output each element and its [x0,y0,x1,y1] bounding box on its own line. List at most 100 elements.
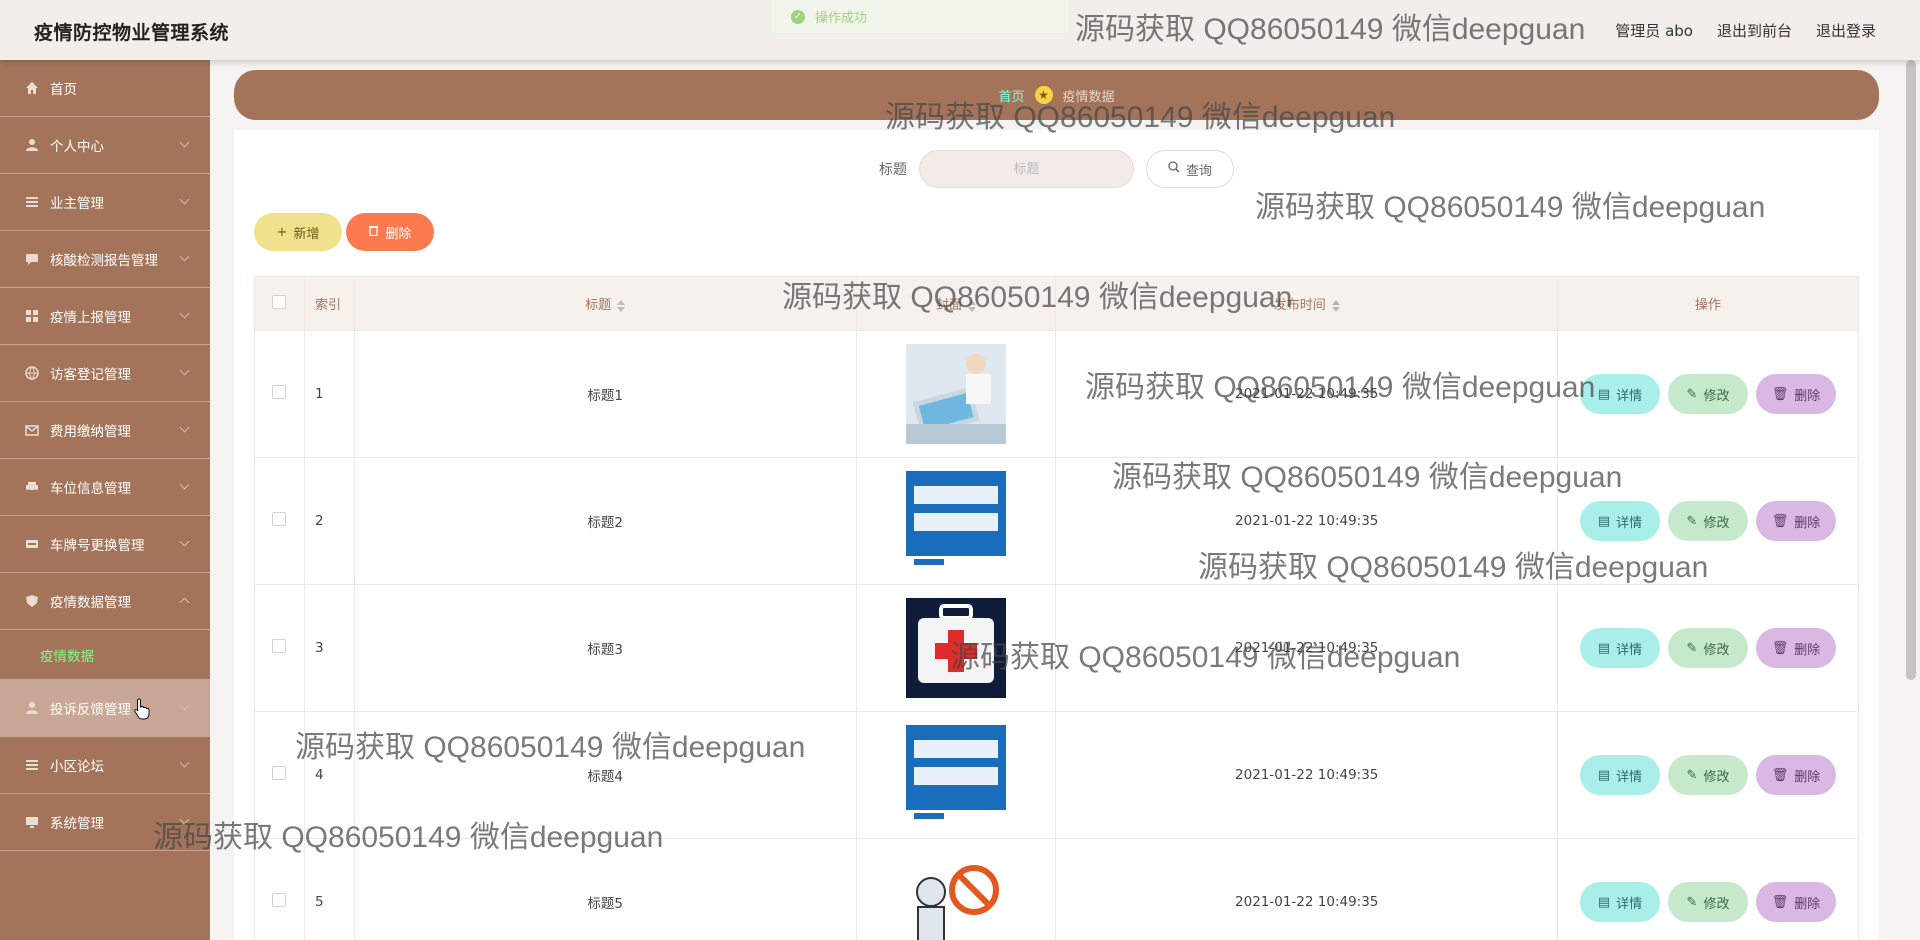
delete-button[interactable]: 🗑 删除 [1756,882,1836,922]
detail-button[interactable]: ▤ 详情 [1580,755,1660,795]
sidebar-item-system[interactable]: 系统管理 [0,794,210,851]
col-time[interactable]: 发布时间 [1055,276,1559,331]
edit-button[interactable]: ✎ 修改 [1668,882,1748,922]
search-input[interactable] [919,150,1134,188]
query-button[interactable]: 查询 [1146,150,1234,188]
sidebar-item-label: 个人中心 [50,139,104,155]
list-icon [24,194,40,210]
batch-delete-button[interactable]: 删除 [346,213,434,251]
row-index: 4 [303,711,355,839]
sidebar: 首页 个人中心 业主管理 核酸检测报告管理 疫情上报管理 访客登记管理 费用缴纳… [0,60,210,940]
row-checkbox[interactable] [254,711,305,839]
detail-button[interactable]: ▤ 详情 [1580,628,1660,668]
sidebar-item-owners[interactable]: 业主管理 [0,174,210,231]
cover-image-no-gathering [905,852,1006,940]
row-title: 标题1 [353,330,857,458]
sidebar-item-label: 系统管理 [50,816,104,832]
mail-icon [24,422,40,438]
row-ops: ▤ 详情 ✎ 修改 🗑 删除 [1557,711,1859,839]
delete-label: 删除 [1794,515,1821,531]
sort-icon[interactable] [617,299,626,312]
row-time: 2021-01-22 10:49:35 [1055,457,1559,585]
delete-button[interactable]: 🗑 删除 [1756,501,1836,541]
home-icon [24,80,40,96]
col-cover[interactable]: 封面 [855,276,1057,331]
detail-button[interactable]: ▤ 详情 [1580,374,1660,414]
user-icon [24,700,40,716]
hand-cursor-icon [134,698,150,724]
sidebar-item-label: 小区论坛 [50,759,104,775]
doc-icon: ▤ [1597,513,1611,529]
batch-delete-label: 删除 [385,226,412,242]
row-checkbox[interactable] [254,584,305,712]
row-title: 标题3 [353,584,857,712]
chat-icon [24,251,40,267]
row-cover [855,330,1057,458]
sidebar-item-label: 车牌号更换管理 [50,538,145,554]
sort-icon[interactable] [967,299,976,312]
plus-icon: + [276,224,288,240]
edit-label: 修改 [1703,515,1730,531]
sidebar-item-epidemic-report[interactable]: 疫情上报管理 [0,288,210,345]
row-cover [855,584,1057,712]
chevron-down-icon [179,814,190,825]
shield-icon [24,593,40,609]
row-title: 标题2 [353,457,857,585]
row-checkbox[interactable] [254,457,305,585]
chevron-down-icon [179,422,190,433]
edit-button[interactable]: ✎ 修改 [1668,501,1748,541]
user-label: 管理员 abo [1615,22,1693,40]
edit-button[interactable]: ✎ 修改 [1668,755,1748,795]
to-frontend-link[interactable]: 退出到前台 [1717,20,1792,41]
chevron-down-icon [179,251,190,262]
chevron-down-icon [179,536,190,547]
edit-button[interactable]: ✎ 修改 [1668,628,1748,668]
sidebar-item-label: 首页 [50,82,77,98]
row-cover [855,711,1057,839]
chevron-down-icon [179,308,190,319]
col-time-label: 发布时间 [1273,298,1326,313]
chevron-down-icon [179,757,190,768]
breadcrumb-home[interactable]: 首页 [998,86,1024,105]
sidebar-item-home[interactable]: 首页 [0,60,210,117]
page-scrollbar[interactable] [1906,60,1916,680]
delete-label: 删除 [1794,642,1821,658]
add-button[interactable]: + 新增 [254,213,342,251]
logout-link[interactable]: 退出登录 [1816,20,1876,41]
sidebar-item-nucleic-report[interactable]: 核酸检测报告管理 [0,231,210,288]
cover-image-doctor-laptop [905,344,1006,444]
sidebar-item-label: 投诉反馈管理 [50,702,131,718]
sidebar-subitem-epidemic-data[interactable]: 疫情数据 [0,630,210,680]
col-title[interactable]: 标题 [353,276,857,331]
sidebar-item-epidemic-data[interactable]: 疫情数据管理 [0,573,210,630]
sidebar-item-personal[interactable]: 个人中心 [0,117,210,174]
row-checkbox[interactable] [254,330,305,458]
sidebar-item-plate-change[interactable]: 车牌号更换管理 [0,516,210,573]
delete-button[interactable]: 🗑 删除 [1756,374,1836,414]
sidebar-item-forum[interactable]: 小区论坛 [0,737,210,794]
table-row: 3 标题3 2021-01-22 10:49:35 ▤ 详情 ✎ 修改 🗑 删除 [254,584,1859,712]
pencil-icon: ✎ [1686,640,1698,656]
user-icon [24,137,40,153]
row-ops: ▤ 详情 ✎ 修改 🗑 删除 [1557,838,1859,940]
sidebar-item-fees[interactable]: 费用缴纳管理 [0,402,210,459]
row-checkbox[interactable] [254,838,305,940]
select-all-checkbox[interactable] [254,276,305,331]
sidebar-item-label: 费用缴纳管理 [50,424,131,440]
edit-button[interactable]: ✎ 修改 [1668,374,1748,414]
breadcrumb-current: 疫情数据 [1062,89,1115,105]
chevron-down-icon [179,479,190,490]
add-button-label: 新增 [293,226,320,242]
sidebar-item-complaints[interactable]: 投诉反馈管理 [0,680,210,737]
sidebar-item-label: 车位信息管理 [50,481,131,497]
delete-button[interactable]: 🗑 删除 [1756,628,1836,668]
sidebar-item-parking[interactable]: 车位信息管理 [0,459,210,516]
sort-icon[interactable] [1331,299,1340,312]
pencil-icon: ✎ [1686,386,1698,402]
search-row: 标题 查询 [234,150,1879,188]
sidebar-item-visitor[interactable]: 访客登记管理 [0,345,210,402]
detail-button[interactable]: ▤ 详情 [1580,501,1660,541]
detail-button[interactable]: ▤ 详情 [1580,882,1660,922]
cover-image-first-aid-kit [905,598,1006,698]
delete-button[interactable]: 🗑 删除 [1756,755,1836,795]
